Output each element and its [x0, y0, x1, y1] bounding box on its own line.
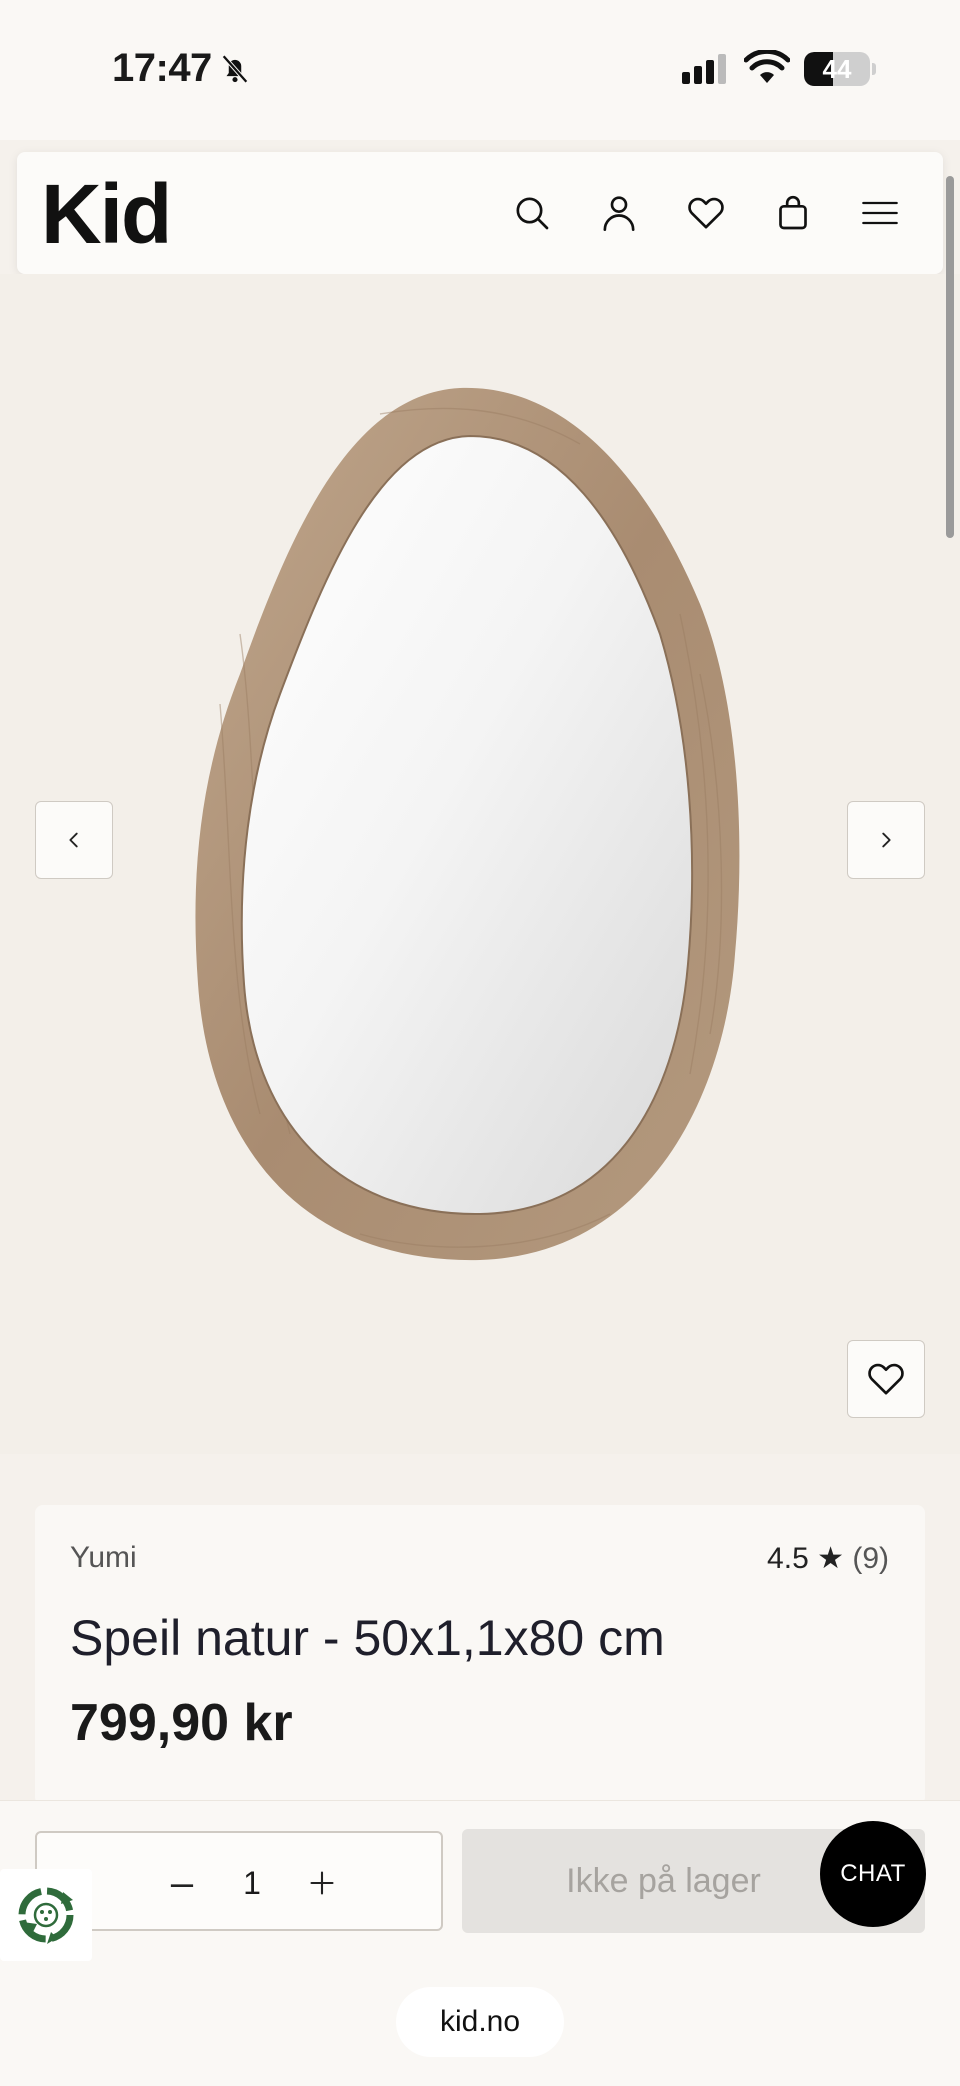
product-image: [195, 387, 740, 1261]
product-rating[interactable]: 4.5 ★ (9): [767, 1541, 889, 1576]
add-to-wishlist-button[interactable]: [847, 1340, 925, 1418]
product-price: 799,90 kr: [70, 1694, 293, 1752]
quantity-stepper: – 1: [35, 1831, 443, 1931]
bell-slash-icon: [222, 54, 248, 84]
product-brand[interactable]: Yumi: [70, 1541, 137, 1575]
quantity-value[interactable]: 1: [232, 1853, 272, 1913]
signal-icon: [682, 54, 726, 84]
wifi-icon: [744, 50, 790, 83]
plus-icon: [310, 1871, 334, 1895]
status-bar: 17:47 44: [0, 0, 960, 140]
chevron-right-icon: [882, 832, 891, 848]
chat-button[interactable]: CHAT: [820, 1821, 926, 1927]
search-icon[interactable]: [507, 188, 557, 238]
gallery-prev-button[interactable]: [35, 801, 113, 879]
decrease-quantity-button[interactable]: –: [152, 1853, 212, 1913]
product-gallery[interactable]: [0, 274, 960, 1454]
status-time: 17:47: [112, 46, 212, 90]
product-info: Yumi 4.5 ★ (9) Speil natur - 50x1,1x80 c…: [35, 1505, 925, 1805]
product-title: Speil natur - 50x1,1x80 cm: [70, 1610, 665, 1666]
site-header: Kid: [17, 152, 943, 274]
rating-count: (9): [852, 1542, 889, 1575]
battery-level: 44: [822, 54, 852, 84]
increase-quantity-button[interactable]: [292, 1853, 352, 1913]
recycle-icon: [18, 1887, 74, 1944]
browser-url[interactable]: kid.no: [396, 1987, 564, 2057]
rating-value: 4.5 ★: [767, 1542, 844, 1575]
battery-icon: 44: [804, 52, 876, 86]
heart-icon: [868, 1363, 904, 1395]
scrollbar[interactable]: [946, 176, 954, 538]
logo[interactable]: Kid: [41, 170, 172, 258]
account-icon[interactable]: [594, 188, 644, 238]
recycle-badge[interactable]: [0, 1869, 92, 1961]
menu-icon[interactable]: [855, 188, 905, 238]
heart-icon[interactable]: [681, 188, 731, 238]
purchase-bar: – 1 Ikke på lager CHAT kid.no: [0, 1800, 960, 2086]
chevron-left-icon: [69, 832, 78, 848]
gallery-next-button[interactable]: [847, 801, 925, 879]
bag-icon[interactable]: [768, 188, 818, 238]
